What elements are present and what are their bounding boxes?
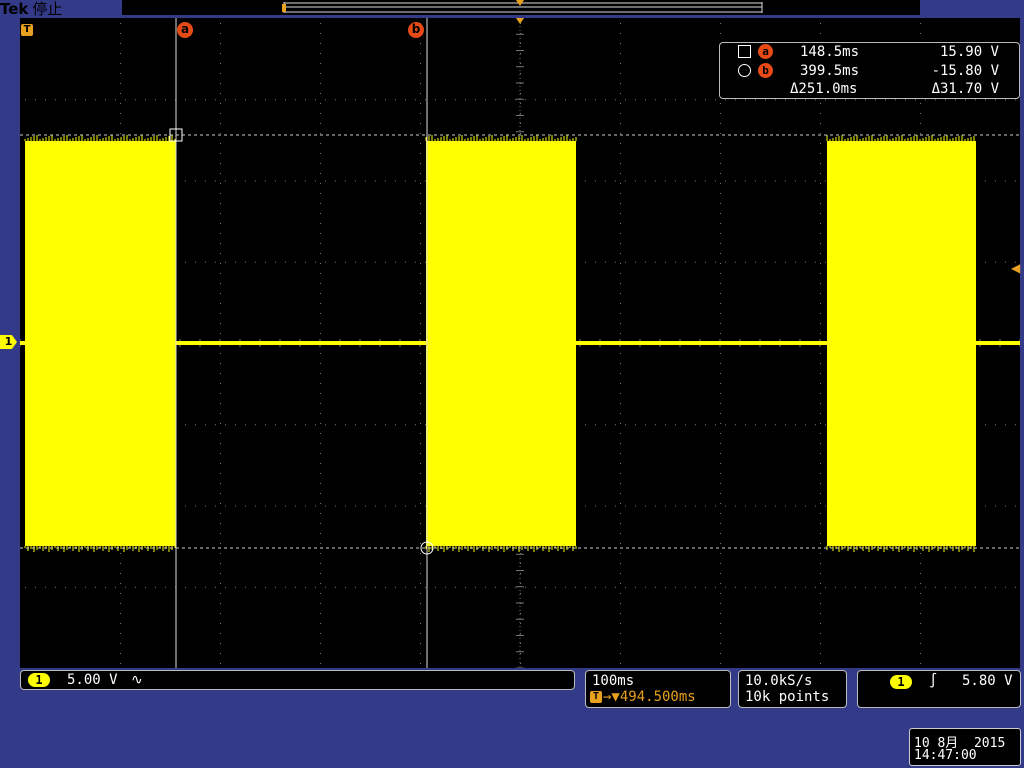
record-window-icon [282, 0, 763, 13]
trigger-level: 5.80 V [962, 673, 1013, 689]
record-length: 10k points [745, 689, 830, 705]
channel1-trace [20, 135, 1020, 552]
cursor-a-badge: a [758, 44, 773, 59]
horizontal-position: →▼494.500ms [603, 689, 696, 705]
cursor-b-label[interactable]: b [408, 22, 424, 38]
run-status[interactable]: 停止 [32, 0, 62, 18]
date-time-display: 10 8月 2015 14:47:00 [909, 728, 1021, 766]
channel1-scale: 5.00 V [67, 672, 118, 688]
horizontal-scale: 100ms [592, 673, 635, 689]
cursor-delta-time: Δ251.0ms [790, 81, 858, 97]
cursor-b-voltage: -15.80 V [931, 63, 999, 79]
waveform-svg [20, 18, 1020, 668]
channel1-badge: 1 [28, 673, 50, 687]
timebase-readout[interactable]: 100ms T →▼494.500ms [585, 670, 731, 708]
cursor-b-time: 399.5ms [800, 63, 860, 79]
channel1-ground-marker[interactable]: 1 [0, 335, 17, 349]
trigger-readout[interactable]: 1 ∫ 5.80 V [857, 670, 1021, 708]
time-text: 14:47:00 [914, 748, 977, 763]
waveform-display[interactable] [20, 18, 1020, 668]
trigger-level-arrow-icon: ◀ [1011, 261, 1021, 275]
cursor-delta-voltage: Δ31.70 V [931, 81, 999, 97]
cursor-a-voltage: 15.90 V [939, 44, 999, 60]
brand-label: Tek [0, 0, 29, 18]
bandwidth-icon: ∿ [131, 672, 143, 688]
cursor-readout-panel: a 148.5ms 15.90 V b 399.5ms -15.80 V Δ25… [719, 42, 1020, 99]
acquisition-readout[interactable]: 10.0kS/s 10k points [738, 670, 847, 708]
brand-status: Tek 停止 [0, 0, 62, 19]
cursor-a-label[interactable]: a [177, 22, 193, 38]
cursor-a-square-icon [738, 45, 751, 58]
cursor-b-circle-icon [738, 64, 751, 77]
trigger-position-marker: T [21, 24, 33, 36]
record-view-bar [122, 0, 920, 15]
sample-rate: 10.0kS/s [745, 673, 813, 689]
trigger-source-badge: 1 [890, 675, 912, 689]
channel1-readout[interactable]: 1 5.00 V ∿ [20, 670, 575, 690]
trigger-badge: T [590, 691, 602, 703]
cursor-b-badge: b [758, 63, 773, 78]
cursor-a-time: 148.5ms [800, 44, 860, 60]
trigger-slope-icon: ∫ [929, 673, 938, 689]
